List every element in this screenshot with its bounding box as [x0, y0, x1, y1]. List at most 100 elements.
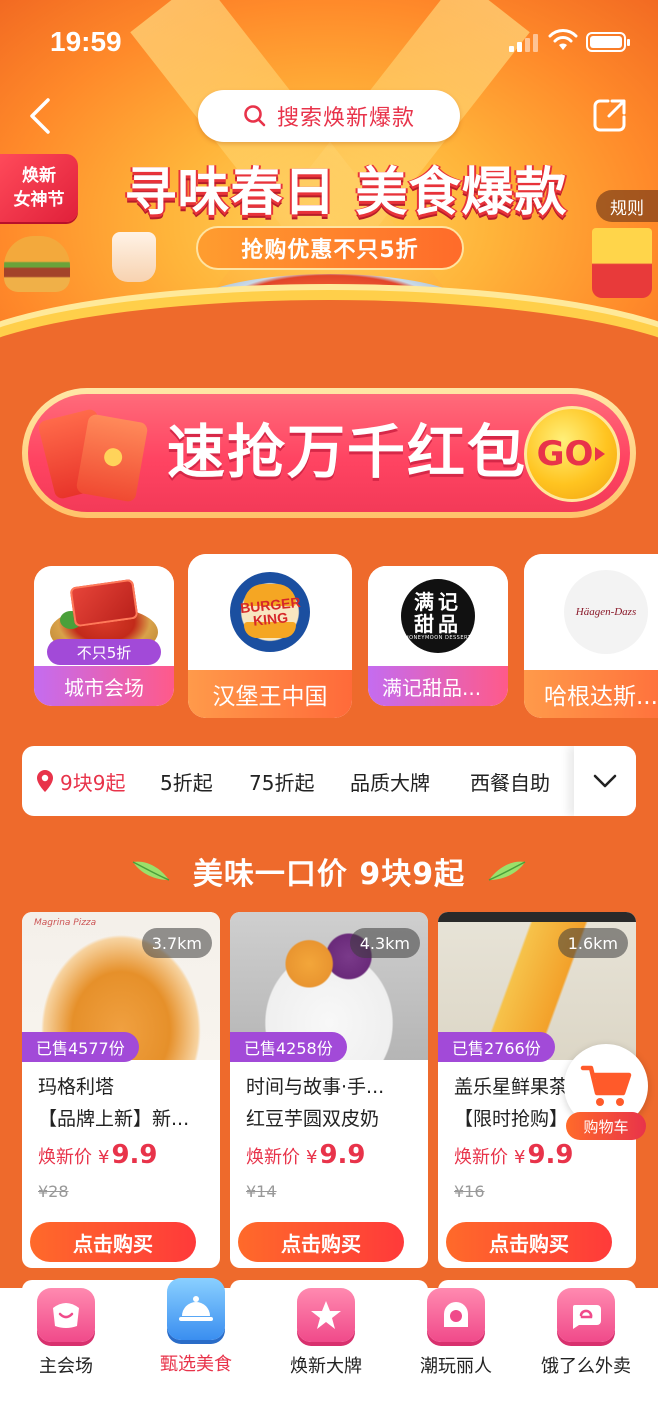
dessert-cup-illustration: [112, 232, 156, 282]
rules-button[interactable]: 规则: [596, 190, 658, 222]
product-store-name: 时间与故事·手...: [246, 1076, 385, 1098]
buy-button[interactable]: 点击购买: [30, 1222, 196, 1262]
hero-title: 寻味春日 美食爆款: [124, 163, 568, 223]
brand-carousel[interactable]: 不只5折 城市会场 BURGER KING 汉堡王中国 满记 甜品 HONEYM…: [0, 552, 658, 722]
price-value: 9.9: [527, 1140, 574, 1170]
filter-tab-western-buffet[interactable]: 西餐自助: [470, 746, 550, 816]
fries-illustration: [592, 228, 652, 298]
go-button[interactable]: GO: [524, 406, 620, 502]
tab-new-brands[interactable]: 焕新大牌: [260, 1288, 392, 1388]
red-packet-title: 速抢万千红包: [166, 418, 527, 486]
tab-selected-food[interactable]: 甄选美食: [130, 1278, 262, 1388]
filter-label: 品质大牌: [350, 770, 430, 795]
beauty-icon: [427, 1288, 485, 1342]
play-arrow-icon: [595, 447, 606, 461]
brand-name: 汉堡王中国: [188, 670, 352, 718]
sold-count-badge: 已售4577份: [22, 1032, 139, 1062]
price-value: 9.9: [111, 1140, 158, 1170]
tab-label: 甄选美食: [160, 1354, 232, 1375]
sold-count-badge: 已售4258份: [230, 1032, 347, 1062]
original-price: ¥14: [246, 1182, 277, 1201]
price-row: 焕新价 ¥ 9.9: [454, 1140, 574, 1176]
brand-card-burger-king[interactable]: BURGER KING 汉堡王中国: [188, 554, 352, 718]
red-packet-banner[interactable]: 速抢万千红包 GO: [22, 388, 636, 518]
original-price: ¥16: [454, 1182, 485, 1201]
leaf-right-icon: [488, 861, 526, 881]
status-bar: 19:59: [0, 0, 658, 84]
filter-label: 9块9起: [60, 770, 126, 795]
brand-card-honeymoon-dessert[interactable]: 满记 甜品 HONEYMOON DESSERT 满记甜品...: [368, 566, 508, 706]
filter-tab-50-off[interactable]: 5折起: [160, 746, 213, 816]
eleme-icon: [557, 1288, 615, 1342]
tab-label: 潮玩丽人: [420, 1356, 492, 1377]
currency-symbol: ¥: [306, 1147, 318, 1168]
price-row: 焕新价 ¥ 9.9: [38, 1140, 158, 1176]
honeymoon-dessert-logo: 满记 甜品 HONEYMOON DESSERT: [401, 579, 475, 653]
distance-badge: 1.6km: [557, 928, 628, 958]
sold-count-badge: 已售2766份: [438, 1032, 555, 1062]
filter-label: 西餐自助: [470, 770, 550, 795]
burger-king-logo: BURGER KING: [230, 572, 310, 652]
brand-card-haagen-dazs[interactable]: Häagen-Dazs 哈根达斯...: [524, 554, 658, 718]
discount-tag: 不只5折: [47, 639, 161, 665]
chevron-down-icon: [593, 774, 617, 788]
filter-label: 5折起: [160, 770, 213, 795]
hero-subtitle: 抢购优惠不只5折: [196, 226, 464, 270]
section-header: 美味一口价 9块9起: [0, 848, 658, 894]
battery-icon: [586, 32, 630, 52]
filter-tab-9-9[interactable]: 9块9起: [36, 746, 125, 816]
tab-main-venue[interactable]: 主会场: [0, 1288, 132, 1388]
filter-tab-quality-brands[interactable]: 品质大牌: [350, 746, 430, 816]
festival-badge-line1: 焕新: [22, 166, 56, 186]
red-envelope-icon: [37, 407, 152, 503]
product-card[interactable]: Magrina Pizza 3.7km 已售4577份 玛格利塔 【品牌上新】新…: [22, 912, 220, 1268]
currency-symbol: ¥: [98, 1147, 110, 1168]
shopping-cart-icon: [580, 1065, 632, 1106]
section-title: 美味一口价 9块9起: [192, 857, 466, 892]
brand-logo-area: Häagen-Dazs: [524, 554, 658, 670]
back-arrow-icon[interactable]: [24, 96, 60, 136]
burger-illustration: [4, 236, 70, 292]
category-filter-bar: 9块9起 5折起 75折起 品质大牌 西餐自助: [22, 746, 636, 816]
tab-beauty[interactable]: 潮玩丽人: [390, 1288, 522, 1388]
leaf-left-icon: [132, 861, 170, 881]
distance-badge: 3.7km: [141, 928, 212, 958]
food-cloche-icon: [167, 1278, 225, 1340]
search-icon: [244, 105, 266, 127]
product-card[interactable]: 4.3km 已售4258份 时间与故事·手... 红豆芋圆双皮奶 焕新价 ¥ 9…: [230, 912, 428, 1268]
buy-button[interactable]: 点击购买: [238, 1222, 404, 1262]
cart-button[interactable]: 购物车: [560, 1044, 652, 1140]
wifi-icon: [548, 29, 578, 50]
star-icon: [297, 1288, 355, 1342]
share-icon[interactable]: [592, 97, 628, 133]
red-packet-banner-inner: 速抢万千红包 GO: [28, 394, 630, 512]
price-value: 9.9: [319, 1140, 366, 1170]
festival-badge[interactable]: 焕新 女神节: [0, 154, 78, 222]
search-placeholder: 搜索焕新爆款: [276, 106, 415, 131]
currency-symbol: ¥: [514, 1147, 526, 1168]
brand-name: 城市会场: [34, 666, 174, 706]
search-input[interactable]: 搜索焕新爆款: [198, 90, 460, 142]
status-time: 19:59: [50, 26, 122, 57]
tab-label: 饿了么外卖: [541, 1356, 631, 1377]
distance-badge: 4.3km: [349, 928, 420, 958]
price-row: 焕新价 ¥ 9.9: [246, 1140, 366, 1176]
brand-name: 满记甜品...: [368, 666, 508, 706]
tab-eleme-delivery[interactable]: 饿了么外卖: [520, 1288, 652, 1388]
brand-logo-area: 满记 甜品 HONEYMOON DESSERT: [368, 566, 508, 666]
brand-logo-area: BURGER KING: [188, 554, 352, 670]
product-store-name: 玛格利塔: [38, 1076, 115, 1098]
cart-label: 购物车: [566, 1112, 646, 1140]
tab-label: 焕新大牌: [290, 1356, 362, 1377]
brand-card-city-venue[interactable]: 不只5折 城市会场: [34, 566, 174, 706]
brand-name: 哈根达斯...: [524, 670, 658, 718]
product-title: 红豆芋圆双皮奶: [246, 1108, 380, 1130]
price-label: 焕新价: [454, 1147, 508, 1168]
filter-label: 75折起: [249, 770, 315, 795]
expand-filters-button[interactable]: [574, 746, 636, 816]
bottom-tab-bar: 主会场 甄选美食 焕新大牌 潮玩丽人 饿了么外卖: [0, 1278, 658, 1424]
filter-tab-25-off[interactable]: 75折起: [249, 746, 314, 816]
buy-button[interactable]: 点击购买: [446, 1222, 612, 1262]
hero-curve-divider: [0, 300, 658, 372]
product-title: 【品牌上新】新...: [38, 1108, 190, 1130]
